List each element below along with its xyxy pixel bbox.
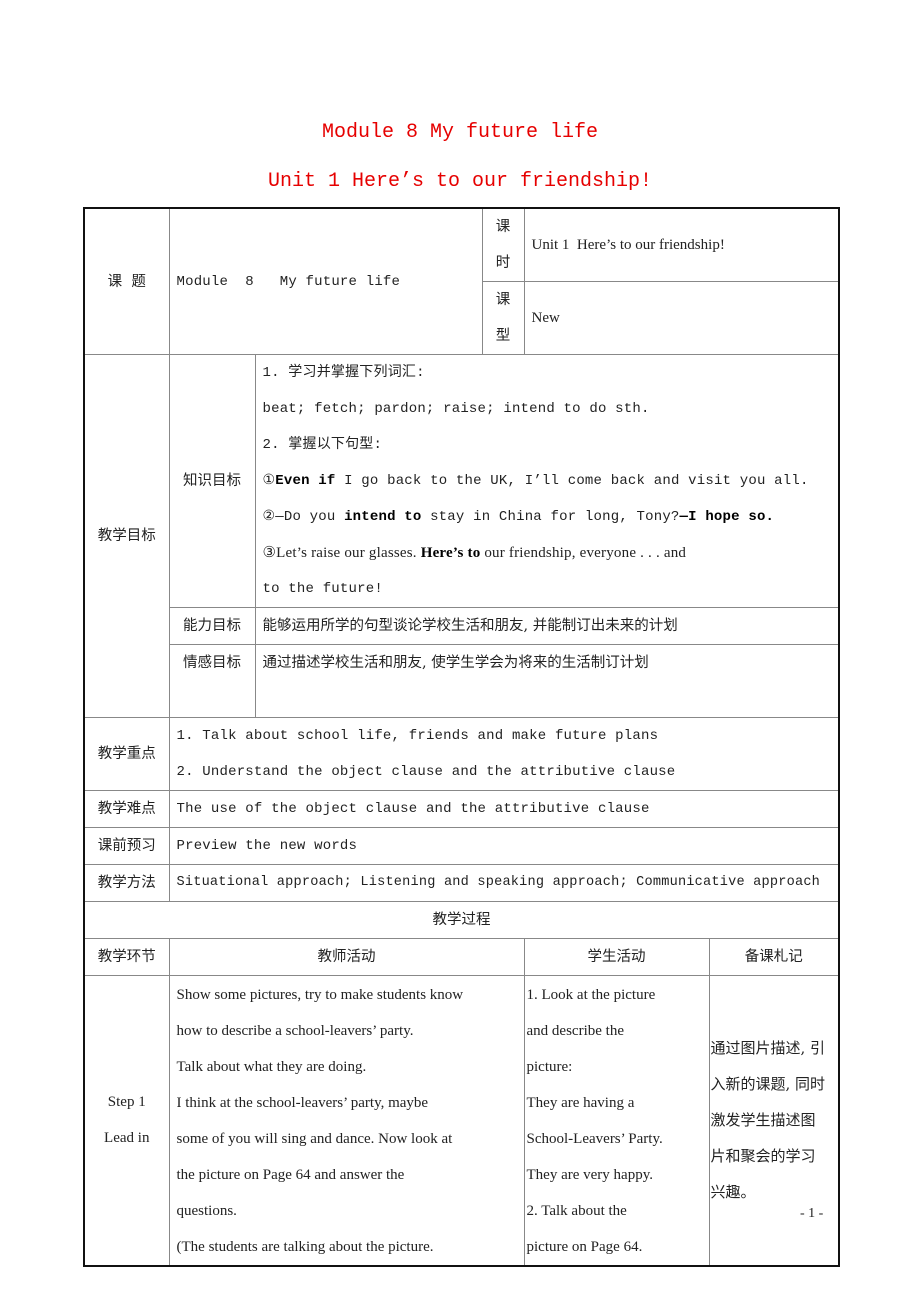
student-line: picture: xyxy=(526,1058,573,1075)
step-1-name: Lead in xyxy=(104,1130,150,1146)
step-1-student-activity: 1. Look at the picture and describe the … xyxy=(523,974,710,1266)
key-points-label: 教学重点 xyxy=(83,716,170,791)
teacher-line: the picture on Page 64 and answer the xyxy=(176,1166,405,1183)
teacher-line: Talk about what they are doing. xyxy=(176,1058,367,1075)
topic-row: 课 题 Module 8 My future life 课时 Unit 1 He… xyxy=(83,207,840,355)
sentence-1-keyword: Even if xyxy=(275,473,336,489)
teacher-line: Show some pictures, try to make students… xyxy=(176,986,464,1003)
difficulties-label: 教学难点 xyxy=(83,789,170,828)
step-1-number: Step 1 xyxy=(107,1094,146,1110)
col-header-student: 学生活动 xyxy=(523,937,710,976)
preview-label: 课前预习 xyxy=(83,826,170,865)
emotion-row: 情感目标 通过描述学校生活和朋友, 使学生学会为将来的生活制订计划 xyxy=(84,644,840,681)
sentence-3-continued: to the future! xyxy=(262,581,383,597)
objectives-spacer-row xyxy=(84,681,840,718)
teacher-line: some of you will sing and dance. Now loo… xyxy=(176,1130,453,1147)
sentence-3-text-b: our friendship, everyone . . . and xyxy=(480,545,687,561)
knowledge-content: 1. 学习并掌握下列词汇: beat; fetch; pardon; raise… xyxy=(254,354,840,608)
difficulties-row: 教学难点 The use of the object clause and th… xyxy=(83,789,840,828)
difficulties-text: The use of the object clause and the att… xyxy=(168,789,840,828)
page-number: - 1 - xyxy=(800,1206,824,1221)
methods-text: Situational approach; Listening and spea… xyxy=(168,863,840,902)
student-line: 1. Look at the picture xyxy=(526,986,656,1003)
note-line: 入新的课题, 同时 xyxy=(710,1074,826,1093)
teacher-line: questions. xyxy=(176,1202,237,1219)
preview-row: 课前预习 Preview the new words xyxy=(83,826,840,865)
step-1-row: Step 1 Lead in Show some pictures, try t… xyxy=(83,974,840,1266)
methods-label: 教学方法 xyxy=(83,863,170,902)
unit-title: Unit 1 Here’s to our friendship! xyxy=(267,170,653,193)
process-title-row: 教学过程 xyxy=(83,900,840,939)
student-line: and describe the xyxy=(526,1022,624,1039)
preview-text: Preview the new words xyxy=(168,826,840,865)
sentence-1-text: I go back to the UK, I’ll come back and … xyxy=(335,473,809,489)
sentence-3-text-a: ③Let’s raise our glasses. xyxy=(262,545,421,561)
student-line: School-Leavers’ Party. xyxy=(526,1130,663,1147)
ability-label: 能力目标 xyxy=(168,607,256,645)
knowledge-row: 教学目标 知识目标 1. 学习并掌握下列词汇: beat; fetch; par… xyxy=(83,354,840,718)
emotion-label: 情感目标 xyxy=(168,644,256,681)
sentence-2: ②—Do you intend to stay in China for lon… xyxy=(263,499,832,535)
ability-row: 能力目标 能够运用所学的句型谈论学校生活和朋友, 并能制订出未来的计划 xyxy=(84,607,840,645)
topic-value: Module 8 My future life xyxy=(168,207,483,355)
objectives-label: 教学目标 xyxy=(83,354,170,718)
teacher-line: how to describe a school-leavers’ party. xyxy=(176,1022,414,1039)
knowledge-line-3: 2. 掌握以下句型: xyxy=(262,437,383,453)
key-points-row: 教学重点 1. Talk about school life, friends … xyxy=(83,716,840,791)
key-points-content: 1. Talk about school life, friends and m… xyxy=(168,716,840,791)
col-header-notes: 备课札记 xyxy=(708,937,840,976)
knowledge-line-1: 1. 学习并掌握下列词汇: xyxy=(262,365,425,381)
type-value: New xyxy=(523,281,840,355)
sentence-2-keyword: intend to xyxy=(344,509,422,525)
sentence-2-reply: —I hope so. xyxy=(679,509,775,525)
methods-row: 教学方法 Situational approach; Listening and… xyxy=(83,863,840,902)
note-line: 片和聚会的学习 xyxy=(710,1146,816,1165)
note-line: 激发学生描述图 xyxy=(710,1110,816,1129)
col-header-teacher: 教师活动 xyxy=(168,937,525,976)
sentence-1: ①Even if I go back to the UK, I’ll come … xyxy=(263,463,832,499)
sentence-2-text-a: ②—Do you xyxy=(262,509,345,525)
sentence-3: ③Let’s raise our glasses. Here’s to our … xyxy=(263,535,832,571)
teacher-line: (The students are talking about the pict… xyxy=(176,1238,434,1255)
emotion-text: 通过描述学校生活和朋友, 使学生学会为将来的生活制订计划 xyxy=(254,644,840,681)
period-label: 课时 xyxy=(481,207,525,282)
sentence-3-keyword: Here’s to xyxy=(420,545,481,561)
type-label: 课型 xyxy=(481,281,525,355)
period-value: Unit 1 Here’s to our friendship! xyxy=(523,207,840,282)
knowledge-label: 知识目标 xyxy=(168,354,256,608)
module-title: Module 8 My future life xyxy=(321,121,599,144)
knowledge-line-2: beat; fetch; pardon; raise; intend to do… xyxy=(262,401,650,417)
col-header-stage: 教学环节 xyxy=(83,937,170,976)
step-1-label: Step 1 Lead in xyxy=(83,974,170,1266)
sentence-2-text-b: stay in China for long, Tony? xyxy=(421,509,680,525)
note-line: 兴趣。 xyxy=(710,1182,756,1201)
process-header-row: 教学环节 教师活动 学生活动 备课札记 xyxy=(83,937,840,976)
key-point-2: 2. Understand the object clause and the … xyxy=(176,763,676,780)
student-line: They are very happy. xyxy=(526,1166,653,1183)
sentence-1-number: ① xyxy=(262,473,276,489)
student-line: They are having a xyxy=(526,1094,635,1111)
step-1-teacher-activity: Show some pictures, try to make students… xyxy=(168,974,525,1266)
student-line: picture on Page 64. xyxy=(526,1238,643,1255)
lesson-plan-table: 课 题 Module 8 My future life 课时 Unit 1 He… xyxy=(83,207,841,1267)
student-line: 2. Talk about the xyxy=(526,1202,627,1219)
ability-text: 能够运用所学的句型谈论学校生活和朋友, 并能制订出未来的计划 xyxy=(254,607,840,645)
teacher-line: I think at the school-leavers’ party, ma… xyxy=(176,1094,429,1111)
process-title: 教学过程 xyxy=(83,900,840,939)
note-line: 通过图片描述, 引 xyxy=(710,1038,826,1057)
key-point-1: 1. Talk about school life, friends and m… xyxy=(176,727,659,744)
topic-label: 课 题 xyxy=(83,207,170,355)
